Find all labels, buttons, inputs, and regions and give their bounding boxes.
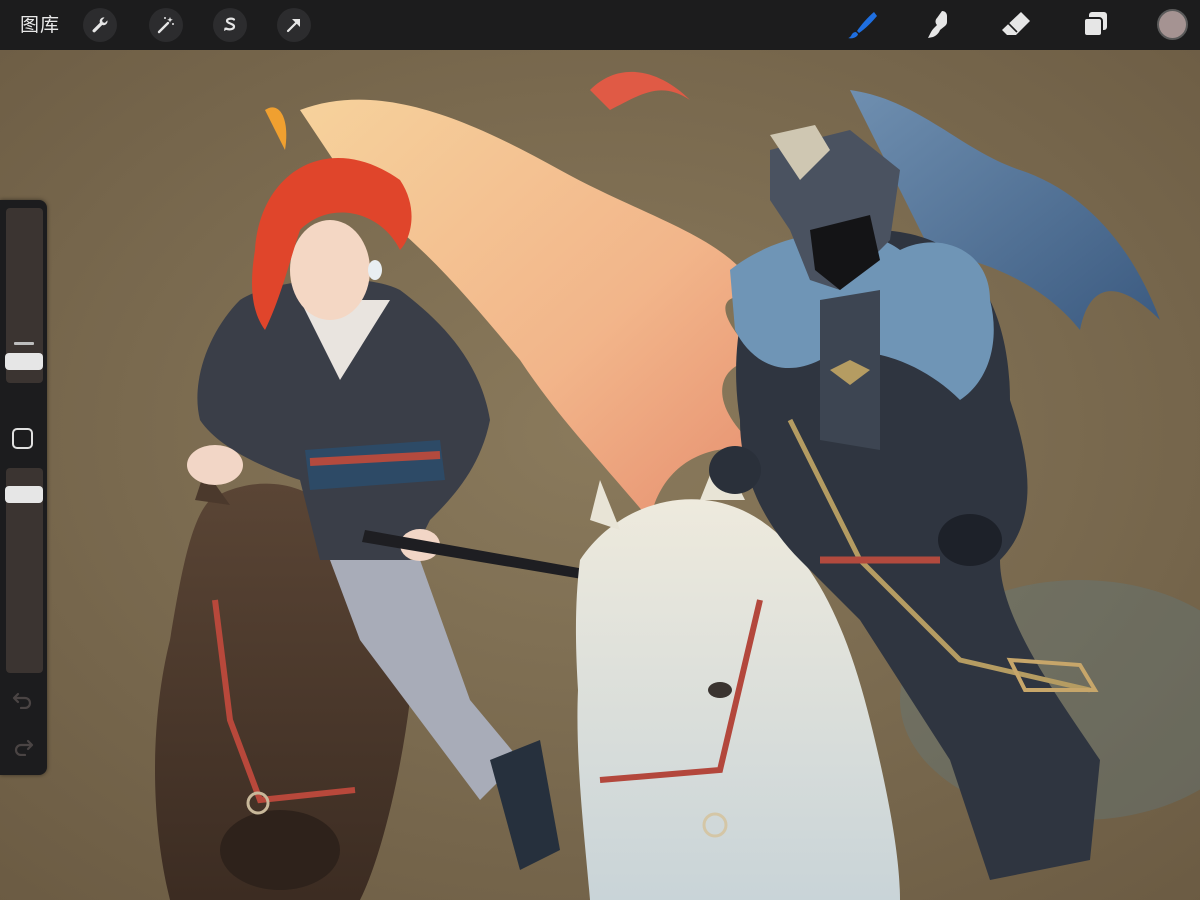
redo-button[interactable] <box>10 737 36 757</box>
modify-square-icon[interactable] <box>12 428 33 449</box>
color-swatch[interactable] <box>1157 9 1188 40</box>
undo-icon <box>12 692 32 709</box>
layers-icon <box>1083 12 1107 37</box>
top-toolbar: 图库 <box>0 0 1200 50</box>
eraser-icon <box>1002 12 1030 35</box>
wrench-icon <box>92 17 108 33</box>
actions-button[interactable] <box>83 8 117 42</box>
selection-icon <box>224 17 236 31</box>
adjustments-button[interactable] <box>149 8 183 42</box>
transform-button[interactable] <box>277 8 311 42</box>
artwork-illustration <box>0 50 1200 900</box>
redo-icon <box>14 739 34 756</box>
left-sidebar <box>0 200 47 775</box>
opacity-handle[interactable] <box>5 486 43 503</box>
brush-size-handle[interactable] <box>5 353 43 370</box>
magic-wand-icon <box>157 17 174 34</box>
brush-icon <box>848 12 877 39</box>
layers-button[interactable] <box>1075 6 1115 44</box>
drawing-canvas[interactable] <box>0 50 1200 900</box>
transform-arrow-icon <box>286 19 300 33</box>
smudge-tool-button[interactable] <box>918 6 958 44</box>
slider-tick <box>14 342 34 345</box>
brush-tool-button[interactable] <box>842 6 882 44</box>
gallery-button[interactable]: 图库 <box>20 12 60 38</box>
undo-button[interactable] <box>10 690 36 710</box>
eraser-tool-button[interactable] <box>996 6 1036 44</box>
selection-button[interactable] <box>213 8 247 42</box>
smudge-icon <box>928 11 947 38</box>
